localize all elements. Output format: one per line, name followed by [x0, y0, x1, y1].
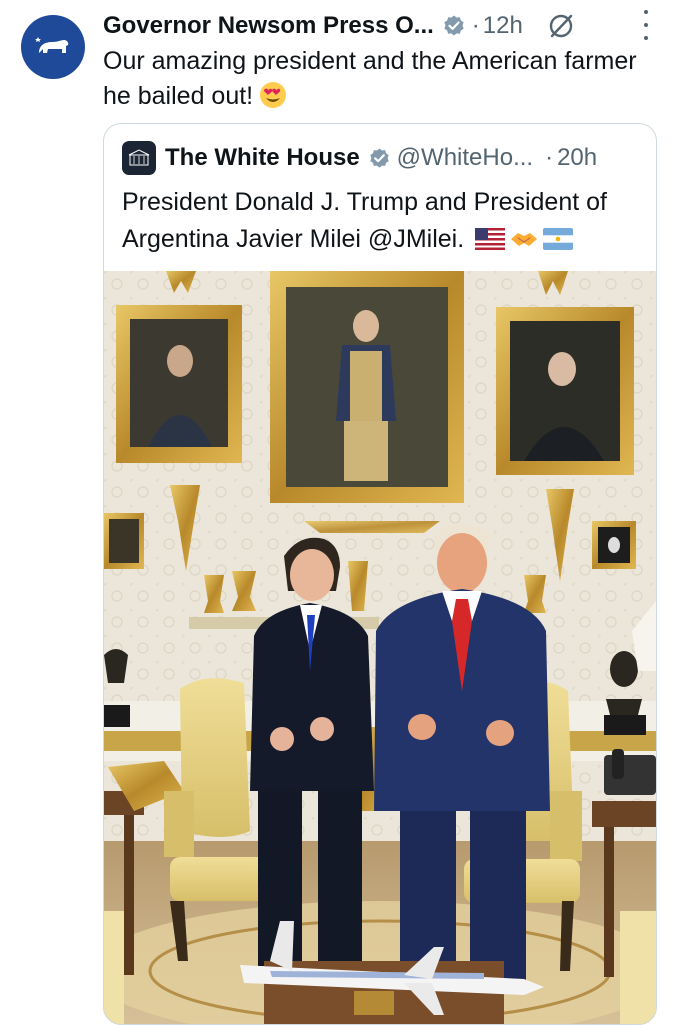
quoted-author-name[interactable]: The White House — [165, 144, 360, 172]
white-house-logo-icon — [122, 141, 156, 175]
tweet-text: Our amazing president and the American f… — [103, 44, 643, 114]
quoted-handle[interactable]: @WhiteHo... — [397, 144, 533, 172]
separator-dot: · — [471, 12, 480, 39]
oval-office-photo[interactable] — [104, 271, 656, 1025]
verified-badge-icon — [444, 15, 464, 36]
handshake-icon — [511, 233, 538, 246]
heart-eyes-emoji-icon — [260, 82, 287, 108]
quoted-tweet-card[interactable]: The White House @WhiteHo... · 20h Presid… — [103, 123, 657, 1025]
grok-icon[interactable] — [547, 12, 575, 40]
us-flag-icon — [475, 228, 506, 250]
quoted-tweet-text: President Donald J. Trump and President … — [122, 184, 642, 258]
more-options-icon[interactable] — [642, 10, 650, 40]
author-name[interactable]: Governor Newsom Press O... — [103, 12, 434, 40]
quoted-tweet-header: The White House @WhiteHo... · 20h — [122, 141, 642, 175]
california-bear-icon — [35, 37, 69, 53]
avatar[interactable] — [21, 15, 85, 79]
tweet-header: Governor Newsom Press O... · 12h — [103, 8, 658, 44]
tweet-text-body: Our amazing president and the American f… — [103, 47, 637, 110]
tweet-time[interactable]: 12h — [483, 12, 523, 40]
separator-dot: · — [545, 144, 554, 171]
verified-badge-icon — [369, 147, 389, 168]
quoted-time[interactable]: 20h — [557, 144, 597, 172]
argentina-flag-icon — [543, 228, 574, 250]
